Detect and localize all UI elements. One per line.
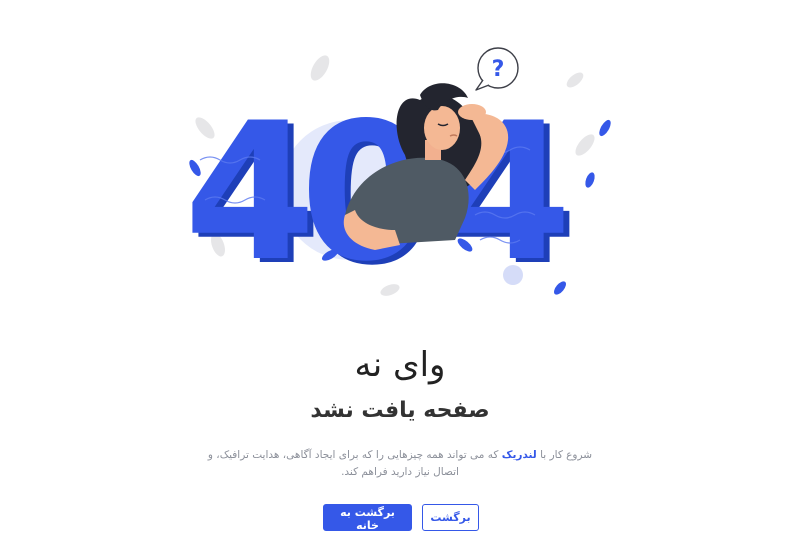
leaf-decoration <box>599 119 611 137</box>
brand-name: لندریک <box>501 449 537 461</box>
illustration-svg: 4 4 0 0 4 4 <box>184 47 611 307</box>
leaf-decoration <box>585 172 595 188</box>
description-before: شروع کار با <box>536 449 593 461</box>
question-mark-icon: ? <box>492 57 505 82</box>
description-text: شروع کار با لندریک که می تواند همه چیزها… <box>205 447 595 481</box>
error-404-illustration: 4 4 0 0 4 4 <box>180 40 620 310</box>
face <box>424 106 460 150</box>
home-button[interactable]: برگشت به خانه <box>323 504 412 532</box>
description-after: که می تواند همه چیزهایی را که برای ایجاد… <box>207 449 502 478</box>
back-button[interactable]: برگشت <box>422 504 479 531</box>
digit-four-left: 4 <box>184 82 316 303</box>
page-title: وای نه <box>354 345 446 385</box>
page-subtitle: صفحه یافت نشد <box>310 398 490 423</box>
leaf-decoration <box>310 55 330 81</box>
